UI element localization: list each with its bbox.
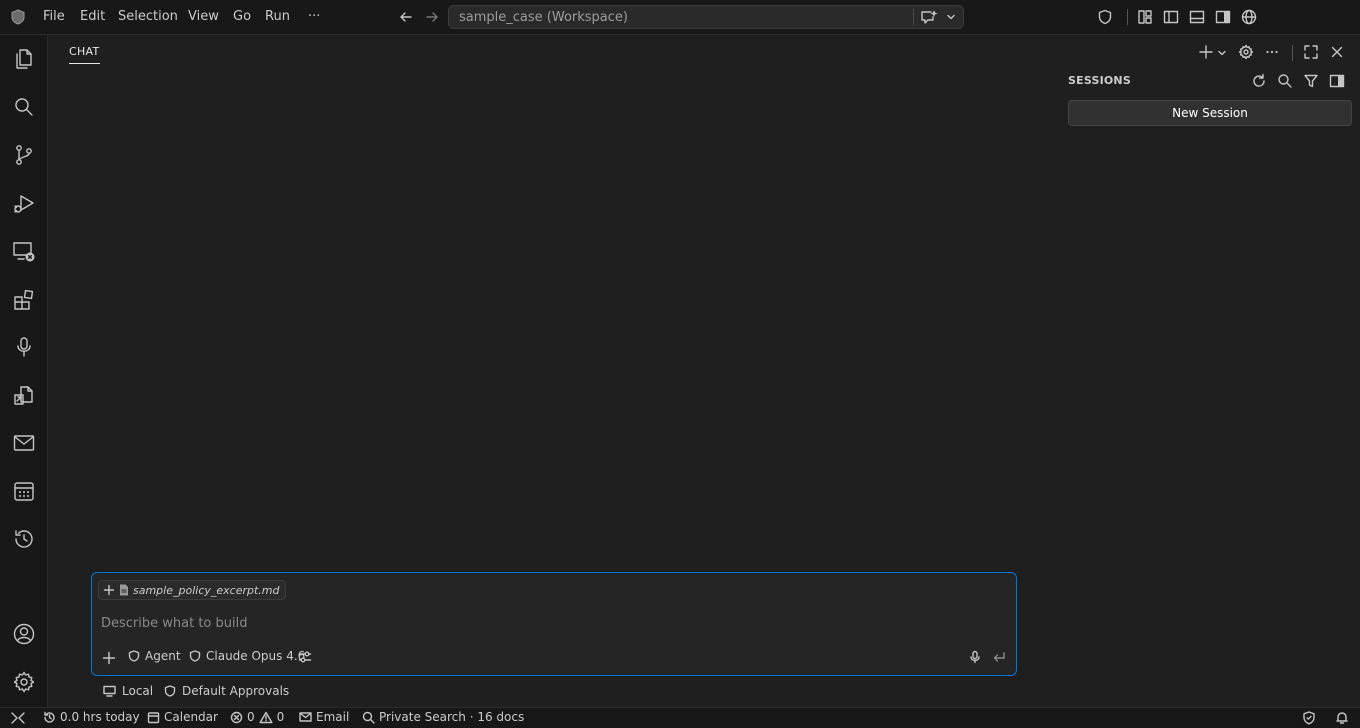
problems-status[interactable]: 0 0 [230, 710, 284, 724]
monitor-icon [103, 685, 116, 697]
settings-gear-icon[interactable] [12, 670, 36, 694]
menu-selection[interactable]: Selection [118, 9, 178, 24]
shield-icon [128, 650, 140, 662]
approvals-label: Default Approvals [182, 684, 290, 698]
agent-mode-picker[interactable]: Agent [128, 649, 181, 663]
menu-file[interactable]: File [43, 9, 65, 24]
menu-go[interactable]: Go [233, 9, 251, 24]
filter-icon[interactable] [1303, 73, 1319, 89]
search-icon [362, 711, 375, 724]
menu-run[interactable]: Run [265, 9, 290, 24]
location-picker[interactable]: Local [103, 684, 153, 698]
run-debug-icon[interactable] [12, 192, 36, 216]
chat-tab-title[interactable]: CHAT [69, 45, 100, 64]
header-separator [1292, 45, 1293, 61]
model-label: Claude Opus 4.6 [206, 649, 306, 663]
add-context-icon[interactable] [103, 584, 115, 596]
chat-input-toolbar: Agent Claude Opus 4.6 [100, 649, 1008, 667]
title-bar-separator [1127, 9, 1128, 25]
source-control-icon[interactable] [12, 143, 36, 167]
account-icon[interactable] [12, 622, 36, 646]
email-status[interactable]: Email [299, 710, 349, 724]
activity-bar [0, 35, 48, 707]
microphone-icon[interactable] [12, 335, 36, 359]
globe-icon[interactable] [1241, 9, 1257, 25]
title-bar: File Edit Selection View Go Run ··· samp… [0, 0, 1360, 35]
tools-settings-icon[interactable] [298, 650, 312, 664]
model-picker[interactable]: Claude Opus 4.6 [189, 649, 305, 663]
time-today-label: 0.0 hrs today [60, 710, 140, 724]
send-icon[interactable] [992, 650, 1006, 664]
explorer-icon[interactable] [12, 47, 36, 71]
sessions-title: SESSIONS [1068, 74, 1131, 87]
remote-indicator-icon[interactable] [10, 711, 26, 725]
more-actions-icon[interactable] [1264, 44, 1280, 60]
status-bar: 0.0 hrs today Calendar 0 0 Email Private… [0, 707, 1360, 728]
attachment-chip[interactable]: sample_policy_excerpt.md [98, 580, 287, 600]
notifications-bell-icon[interactable] [1335, 711, 1349, 725]
app-logo-icon [11, 9, 25, 25]
warning-icon [259, 711, 273, 723]
extensions-icon[interactable] [12, 288, 36, 312]
arrow-right-icon[interactable] [424, 9, 440, 25]
agent-mode-label: Agent [145, 649, 181, 663]
customize-layout-icon[interactable] [1137, 9, 1153, 25]
menu-edit[interactable]: Edit [80, 9, 105, 24]
command-center-divider [913, 9, 914, 25]
toggle-secondary-sidebar-icon[interactable] [1215, 9, 1231, 25]
error-icon [230, 711, 243, 723]
calendar-label: Calendar [164, 710, 218, 724]
chat-settings-icon[interactable] [1238, 44, 1254, 60]
email-label: Email [316, 710, 350, 724]
mail-icon[interactable] [12, 431, 36, 455]
toggle-panel-icon[interactable] [1189, 9, 1205, 25]
search-icon[interactable] [1277, 73, 1293, 89]
new-chat-icon[interactable] [1198, 44, 1214, 60]
toggle-primary-sidebar-icon[interactable] [1163, 9, 1179, 25]
arrow-left-icon[interactable] [398, 9, 414, 25]
attachment-filename: sample_policy_excerpt.md [133, 583, 280, 597]
chat-prompt-input[interactable] [101, 613, 961, 633]
chevron-down-icon[interactable] [945, 11, 957, 23]
chat-input-box: sample_policy_excerpt.md Agent Claude Op… [91, 572, 1017, 676]
search-icon[interactable] [12, 95, 36, 119]
calendar-icon[interactable] [12, 479, 36, 503]
menu-view[interactable]: View [188, 9, 219, 24]
chat-sparkle-icon[interactable] [920, 9, 938, 25]
error-count: 0 [247, 710, 255, 724]
history-icon [44, 711, 55, 723]
close-icon[interactable] [1329, 44, 1345, 60]
command-center[interactable]: sample_case (Workspace) [448, 5, 964, 29]
time-tracker[interactable]: 0.0 hrs today [43, 710, 140, 724]
refresh-icon[interactable] [1251, 73, 1267, 89]
location-label: Local [122, 684, 154, 698]
mail-icon [299, 712, 312, 722]
shield-icon [164, 685, 176, 697]
calendar-icon [147, 711, 160, 723]
remote-explorer-icon[interactable] [12, 240, 36, 264]
menu-more[interactable]: ··· [308, 9, 320, 24]
private-search-status[interactable]: Private Search · 16 docs [362, 710, 524, 724]
maximize-icon[interactable] [1303, 44, 1319, 60]
chevron-down-icon[interactable] [1216, 47, 1228, 59]
private-search-label: Private Search · 16 docs [379, 710, 525, 724]
warning-count: 0 [276, 710, 285, 724]
shield-icon [189, 650, 201, 662]
command-center-text: sample_case (Workspace) [459, 10, 628, 25]
microphone-icon[interactable] [968, 650, 982, 664]
calendar-status[interactable]: Calendar [147, 710, 218, 724]
approvals-picker[interactable]: Default Approvals [164, 684, 289, 698]
document-export-icon[interactable] [12, 384, 36, 408]
shield-check-icon[interactable] [1302, 711, 1316, 725]
file-icon [120, 584, 128, 596]
add-icon[interactable] [102, 651, 116, 665]
new-session-button[interactable]: New Session [1068, 100, 1352, 126]
toggle-sessions-sidebar-icon[interactable] [1329, 73, 1345, 89]
shield-icon[interactable] [1097, 9, 1113, 25]
history-icon[interactable] [12, 527, 36, 551]
